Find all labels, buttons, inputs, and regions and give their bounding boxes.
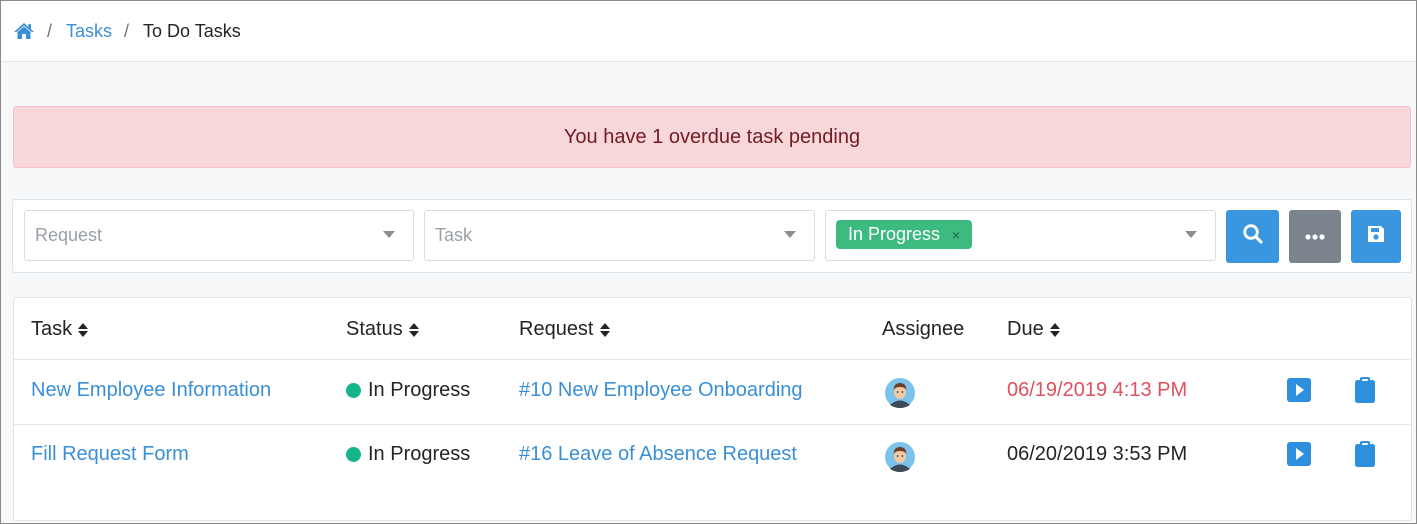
breadcrumb-separator: / (47, 20, 53, 41)
task-link[interactable]: New Employee Information (31, 379, 271, 402)
breadcrumb-tasks-link[interactable]: Tasks (66, 21, 112, 42)
filter-bar: Request Task In Progress × (12, 199, 1412, 273)
ellipsis-icon (1304, 228, 1326, 246)
avatar (885, 378, 915, 408)
play-icon[interactable] (1286, 377, 1312, 405)
column-header-request[interactable]: Request (519, 318, 610, 341)
save-icon (1366, 224, 1386, 249)
search-icon (1242, 223, 1264, 250)
avatar (885, 442, 915, 472)
sort-icon (599, 322, 610, 337)
status-cell: In Progress (346, 443, 470, 466)
status-cell: In Progress (346, 379, 470, 402)
tasks-table: Task Status Request Assignee Due New Emp… (13, 297, 1412, 521)
overdue-alert: You have 1 overdue task pending (13, 106, 1411, 168)
status-filter-tag-label: In Progress (848, 224, 941, 244)
status-label: In Progress (368, 379, 471, 401)
column-header-status-label: Status (346, 318, 403, 340)
column-header-task-label: Task (31, 318, 73, 340)
chevron-down-icon (383, 231, 395, 238)
column-header-assignee-label: Assignee (882, 318, 965, 340)
status-label: In Progress (368, 443, 471, 465)
clipboard-icon[interactable] (1353, 440, 1379, 468)
status-filter-tag: In Progress × (836, 220, 973, 249)
status-dot-icon (346, 383, 361, 398)
column-header-status[interactable]: Status (346, 318, 419, 341)
save-button[interactable] (1351, 210, 1401, 263)
alert-message: You have 1 overdue task pending (563, 125, 861, 148)
column-header-due-label: Due (1007, 318, 1044, 340)
column-header-task[interactable]: Task (31, 318, 89, 341)
request-link[interactable]: #16 Leave of Absence Request (519, 443, 797, 466)
row-divider (14, 424, 1411, 425)
more-options-button[interactable] (1289, 210, 1341, 263)
due-date: 06/20/2019 3:53 PM (1007, 443, 1188, 465)
header-divider (14, 359, 1411, 360)
home-icon[interactable] (13, 21, 35, 41)
breadcrumb: / Tasks / To Do Tasks (1, 1, 1416, 62)
column-header-request-label: Request (519, 318, 594, 340)
sort-icon (408, 322, 419, 337)
task-filter-select[interactable]: Task (424, 210, 815, 261)
tag-remove-icon[interactable]: × (952, 227, 960, 243)
task-link[interactable]: Fill Request Form (31, 443, 189, 466)
sort-icon (1049, 322, 1060, 337)
chevron-down-icon (1185, 231, 1197, 238)
search-button[interactable] (1226, 210, 1279, 263)
breadcrumb-current: To Do Tasks (143, 20, 241, 41)
play-icon[interactable] (1286, 441, 1312, 469)
app-frame: / Tasks / To Do Tasks You have 1 overdue… (0, 0, 1417, 524)
request-filter-select[interactable]: Request (24, 210, 414, 261)
chevron-down-icon (784, 231, 796, 238)
column-header-assignee: Assignee (882, 318, 964, 341)
breadcrumb-separator: / (124, 20, 130, 41)
task-filter-placeholder: Task (435, 225, 473, 245)
clipboard-icon[interactable] (1353, 376, 1379, 404)
status-dot-icon (346, 447, 361, 462)
request-filter-placeholder: Request (35, 225, 103, 245)
status-filter-select[interactable]: In Progress × (825, 210, 1216, 261)
column-header-due[interactable]: Due (1007, 318, 1060, 341)
sort-icon (78, 322, 89, 337)
request-link[interactable]: #10 New Employee Onboarding (519, 379, 803, 402)
due-date: 06/19/2019 4:13 PM (1007, 379, 1188, 401)
